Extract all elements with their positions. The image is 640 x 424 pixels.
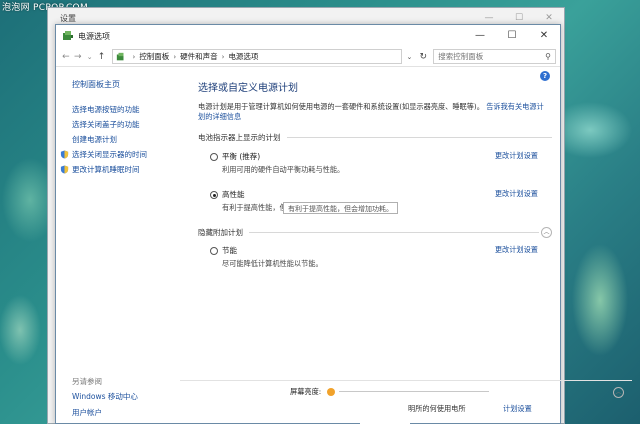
address-dropdown-icon[interactable]: ⌄	[404, 53, 416, 61]
plan-radio-balanced[interactable]	[210, 153, 218, 161]
search-icon[interactable]: ⚲	[545, 52, 551, 61]
plan-description: 利用可用的硬件自动平衡功耗与性能。	[222, 165, 345, 174]
close-button[interactable]: ✕	[528, 25, 560, 47]
breadcrumb-hardware-sound[interactable]: 硬件和声音	[180, 51, 218, 62]
section-divider	[286, 137, 552, 138]
change-plan-settings-link[interactable]: 更改计划设置	[495, 151, 538, 161]
change-plan-settings-link[interactable]: 更改计划设置	[495, 189, 538, 199]
plan-power-saver: 节能 尽可能降低计算机性能以节能。 更改计划设置	[198, 243, 552, 281]
see-also-heading: 另请参阅	[72, 377, 102, 386]
forward-arrow-icon[interactable]: →	[72, 52, 84, 62]
hidden-plans-heading: 隐藏附加计划 ︿	[198, 225, 552, 239]
sidebar-item-label: 选择关闭盖子的功能	[72, 120, 140, 129]
recent-dropdown-icon[interactable]: ⌄	[84, 53, 96, 61]
hidden-plans-divider	[249, 231, 539, 233]
see-also-user-accounts[interactable]: 用户帐户	[72, 407, 102, 418]
sidebar-home-link[interactable]: 控制面板主页	[72, 79, 184, 90]
plan-radio-high-performance[interactable]	[210, 191, 218, 199]
page-title: 选择或自定义电源计划	[198, 83, 298, 94]
power-options-window: 电源选项 — ☐ ✕ ← → ⌄ ↑ › 控制面板 › 硬件和声音 › 电源选项…	[55, 24, 561, 424]
refresh-icon[interactable]: ↻	[417, 52, 429, 62]
chevron-right-icon[interactable]: ›	[222, 53, 225, 61]
address-bar[interactable]: › 控制面板 › 硬件和声音 › 电源选项	[111, 49, 402, 64]
sidebar-item-label: 更改计算机睡眠时间	[72, 165, 140, 174]
hidden-plans-label: 隐藏附加计划	[198, 227, 243, 237]
sidebar-item-label: 选择电源按钮的功能	[72, 105, 140, 114]
sidebar-item-power-button[interactable]: 选择电源按钮的功能	[72, 102, 184, 117]
maximize-button[interactable]: ☐	[496, 25, 528, 47]
settings-title: 设置	[60, 13, 76, 23]
window-controls: — ☐ ✕	[464, 25, 560, 47]
sidebar-item-label: 选择关闭显示器的时间	[72, 150, 147, 159]
brightness-sun-icon	[327, 387, 336, 396]
window-title: 电源选项	[78, 31, 110, 41]
sidebar-item-sleep[interactable]: 更改计算机睡眠时间	[60, 162, 184, 177]
back-arrow-icon[interactable]: ←	[60, 52, 72, 62]
sidebar-item-label: 创建电源计划	[72, 135, 117, 144]
help-icon[interactable]: ?	[540, 71, 550, 81]
main-content: ? 选择或自定义电源计划 电源计划是用于管理计算机如何使用电源的一套硬件和系统设…	[198, 67, 552, 423]
plan-radio-power-saver[interactable]	[210, 247, 218, 255]
plan-description: 尽可能降低计算机性能以节能。	[222, 259, 323, 268]
minimize-button[interactable]: —	[464, 25, 496, 47]
shield-icon	[60, 165, 69, 174]
see-also-mobility-center[interactable]: Windows 移动中心	[72, 391, 138, 402]
brightness-label: 屏幕亮度:	[290, 386, 322, 396]
change-plan-settings-link[interactable]: 更改计划设置	[495, 245, 538, 255]
plan-name[interactable]: 平衡 (推荐)	[222, 151, 260, 162]
plan-name[interactable]: 高性能	[222, 189, 245, 200]
brightness-slider[interactable]	[339, 391, 490, 392]
partial-overlay-link[interactable]: 计划设置	[503, 404, 532, 414]
sidebar-item-display-off[interactable]: 选择关闭显示器的时间	[60, 147, 184, 162]
up-arrow-icon[interactable]: ↑	[96, 52, 108, 62]
collapse-chevron-icon[interactable]: ︿	[541, 226, 552, 238]
sidebar: 控制面板主页 选择电源按钮的功能 选择关闭盖子的功能 创建电源计划 选择关闭显示…	[56, 67, 184, 423]
collapse-chevron-icon[interactable]: ︿	[613, 387, 624, 398]
chevron-right-icon[interactable]: ›	[173, 53, 176, 61]
partial-overlay-text: 明所的何使用电所	[408, 404, 466, 414]
control-panel-icon	[116, 52, 123, 60]
section-heading: 电池指示器上显示的计划	[198, 132, 552, 143]
sidebar-item-create-plan[interactable]: 创建电源计划	[72, 132, 184, 147]
tooltip: 有利于提高性能，但会增加功耗。	[283, 202, 398, 214]
overlay-patch	[360, 398, 410, 424]
plan-balanced: 平衡 (推荐) 利用可用的硬件自动平衡功耗与性能。 更改计划设置	[198, 149, 552, 187]
description-text: 电源计划是用于管理计算机如何使用电源的一套硬件和系统设置(如显示器亮度、睡眠等)…	[198, 102, 484, 111]
page-description: 电源计划是用于管理计算机如何使用电源的一套硬件和系统设置(如显示器亮度、睡眠等)…	[198, 102, 548, 122]
breadcrumb-control-panel[interactable]: 控制面板	[139, 51, 169, 62]
shield-icon	[60, 150, 69, 159]
power-options-app-icon	[63, 31, 73, 40]
search-box[interactable]: ⚲	[433, 49, 557, 64]
sidebar-item-lid[interactable]: 选择关闭盖子的功能	[72, 117, 184, 132]
search-input[interactable]	[438, 52, 535, 61]
section-label: 电池指示器上显示的计划	[198, 133, 281, 142]
plan-name[interactable]: 节能	[222, 245, 237, 256]
breadcrumb-power-options[interactable]: 电源选项	[228, 51, 258, 62]
address-row: ← → ⌄ ↑ › 控制面板 › 硬件和声音 › 电源选项 ⌄ ↻ ⚲	[56, 47, 560, 67]
chevron-right-icon: ›	[132, 52, 136, 61]
sidebar-task-list: 选择电源按钮的功能 选择关闭盖子的功能 创建电源计划 选择关闭显示器的时间 更改…	[60, 102, 184, 177]
